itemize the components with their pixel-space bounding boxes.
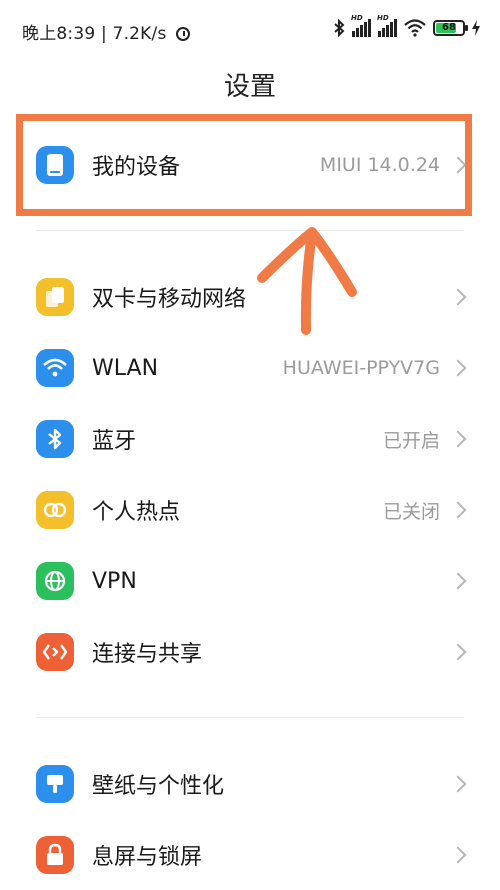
annotation-arrow [257, 227, 357, 335]
